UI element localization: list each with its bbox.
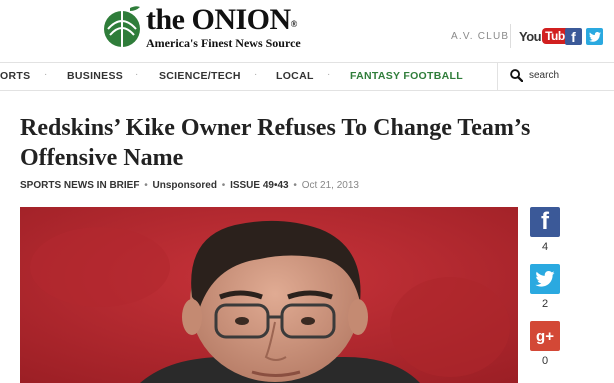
meta-bullet: • bbox=[144, 180, 148, 191]
nav-separator: · bbox=[135, 69, 139, 80]
meta-bullet: • bbox=[221, 180, 226, 191]
youtube-you-text: You bbox=[519, 28, 542, 44]
article-date: Oct 21, 2013 bbox=[301, 180, 359, 191]
logo-tagline: America's Finest News Source bbox=[146, 36, 301, 50]
twitter-share-count: 2 bbox=[541, 298, 549, 310]
logo-title: the ONION® bbox=[146, 3, 297, 36]
article-section-link[interactable]: SPORTS NEWS IN BRIEF bbox=[20, 180, 139, 191]
article-issue[interactable]: ISSUE 49•43 bbox=[230, 180, 289, 191]
meta-bullet: • bbox=[293, 180, 297, 191]
twitter-bird-icon bbox=[588, 31, 601, 42]
nav-item-local[interactable]: LOCAL bbox=[276, 70, 314, 82]
facebook-icon[interactable]: f bbox=[565, 28, 582, 45]
onion-globe-icon bbox=[104, 6, 140, 47]
nav-divider bbox=[497, 63, 498, 91]
search-label: search bbox=[529, 70, 560, 81]
googleplus-share-button[interactable]: g+ bbox=[530, 321, 560, 351]
nav-separator: · bbox=[254, 69, 258, 80]
nav-separator: · bbox=[327, 69, 331, 80]
article-photo-image bbox=[20, 207, 518, 383]
onion-logo[interactable]: the ONION® America's Finest News Source bbox=[100, 3, 320, 55]
site-header: the ONION® America's Finest News Source … bbox=[0, 0, 614, 62]
twitter-share: 2 bbox=[530, 264, 560, 310]
article-headline: Redskins’ Kike Owner Refuses To Change T… bbox=[20, 115, 531, 171]
nav-item-business[interactable]: BUSINESS bbox=[67, 70, 123, 82]
twitter-share-button[interactable] bbox=[530, 264, 560, 294]
googleplus-share: g+ 0 bbox=[530, 321, 560, 367]
facebook-share: f 4 bbox=[530, 207, 560, 253]
facebook-share-button[interactable]: f bbox=[530, 207, 560, 237]
article-meta: SPORTS NEWS IN BRIEF • Unsponsored • ISS… bbox=[20, 180, 359, 191]
search-icon bbox=[510, 69, 523, 82]
googleplus-share-count: 0 bbox=[541, 355, 549, 367]
nav-item-sports[interactable]: ORTS bbox=[0, 70, 30, 82]
search-button[interactable]: search bbox=[510, 69, 559, 82]
nav-item-science-tech[interactable]: SCIENCE/TECH bbox=[159, 70, 241, 82]
avclub-link[interactable]: A.V. CLUB bbox=[451, 31, 509, 42]
twitter-icon[interactable] bbox=[586, 28, 603, 45]
article-photo bbox=[20, 207, 518, 383]
facebook-share-count: 4 bbox=[541, 241, 549, 253]
nav-separator: · bbox=[44, 69, 48, 80]
article-sponsor: Unsponsored bbox=[152, 180, 217, 191]
main-nav: ORTS · BUSINESS · SCIENCE/TECH · LOCAL ·… bbox=[0, 62, 614, 91]
twitter-bird-icon bbox=[535, 271, 555, 287]
nav-item-fantasy-football[interactable]: FANTASY FOOTBALL bbox=[350, 70, 463, 82]
header-divider bbox=[510, 24, 511, 48]
